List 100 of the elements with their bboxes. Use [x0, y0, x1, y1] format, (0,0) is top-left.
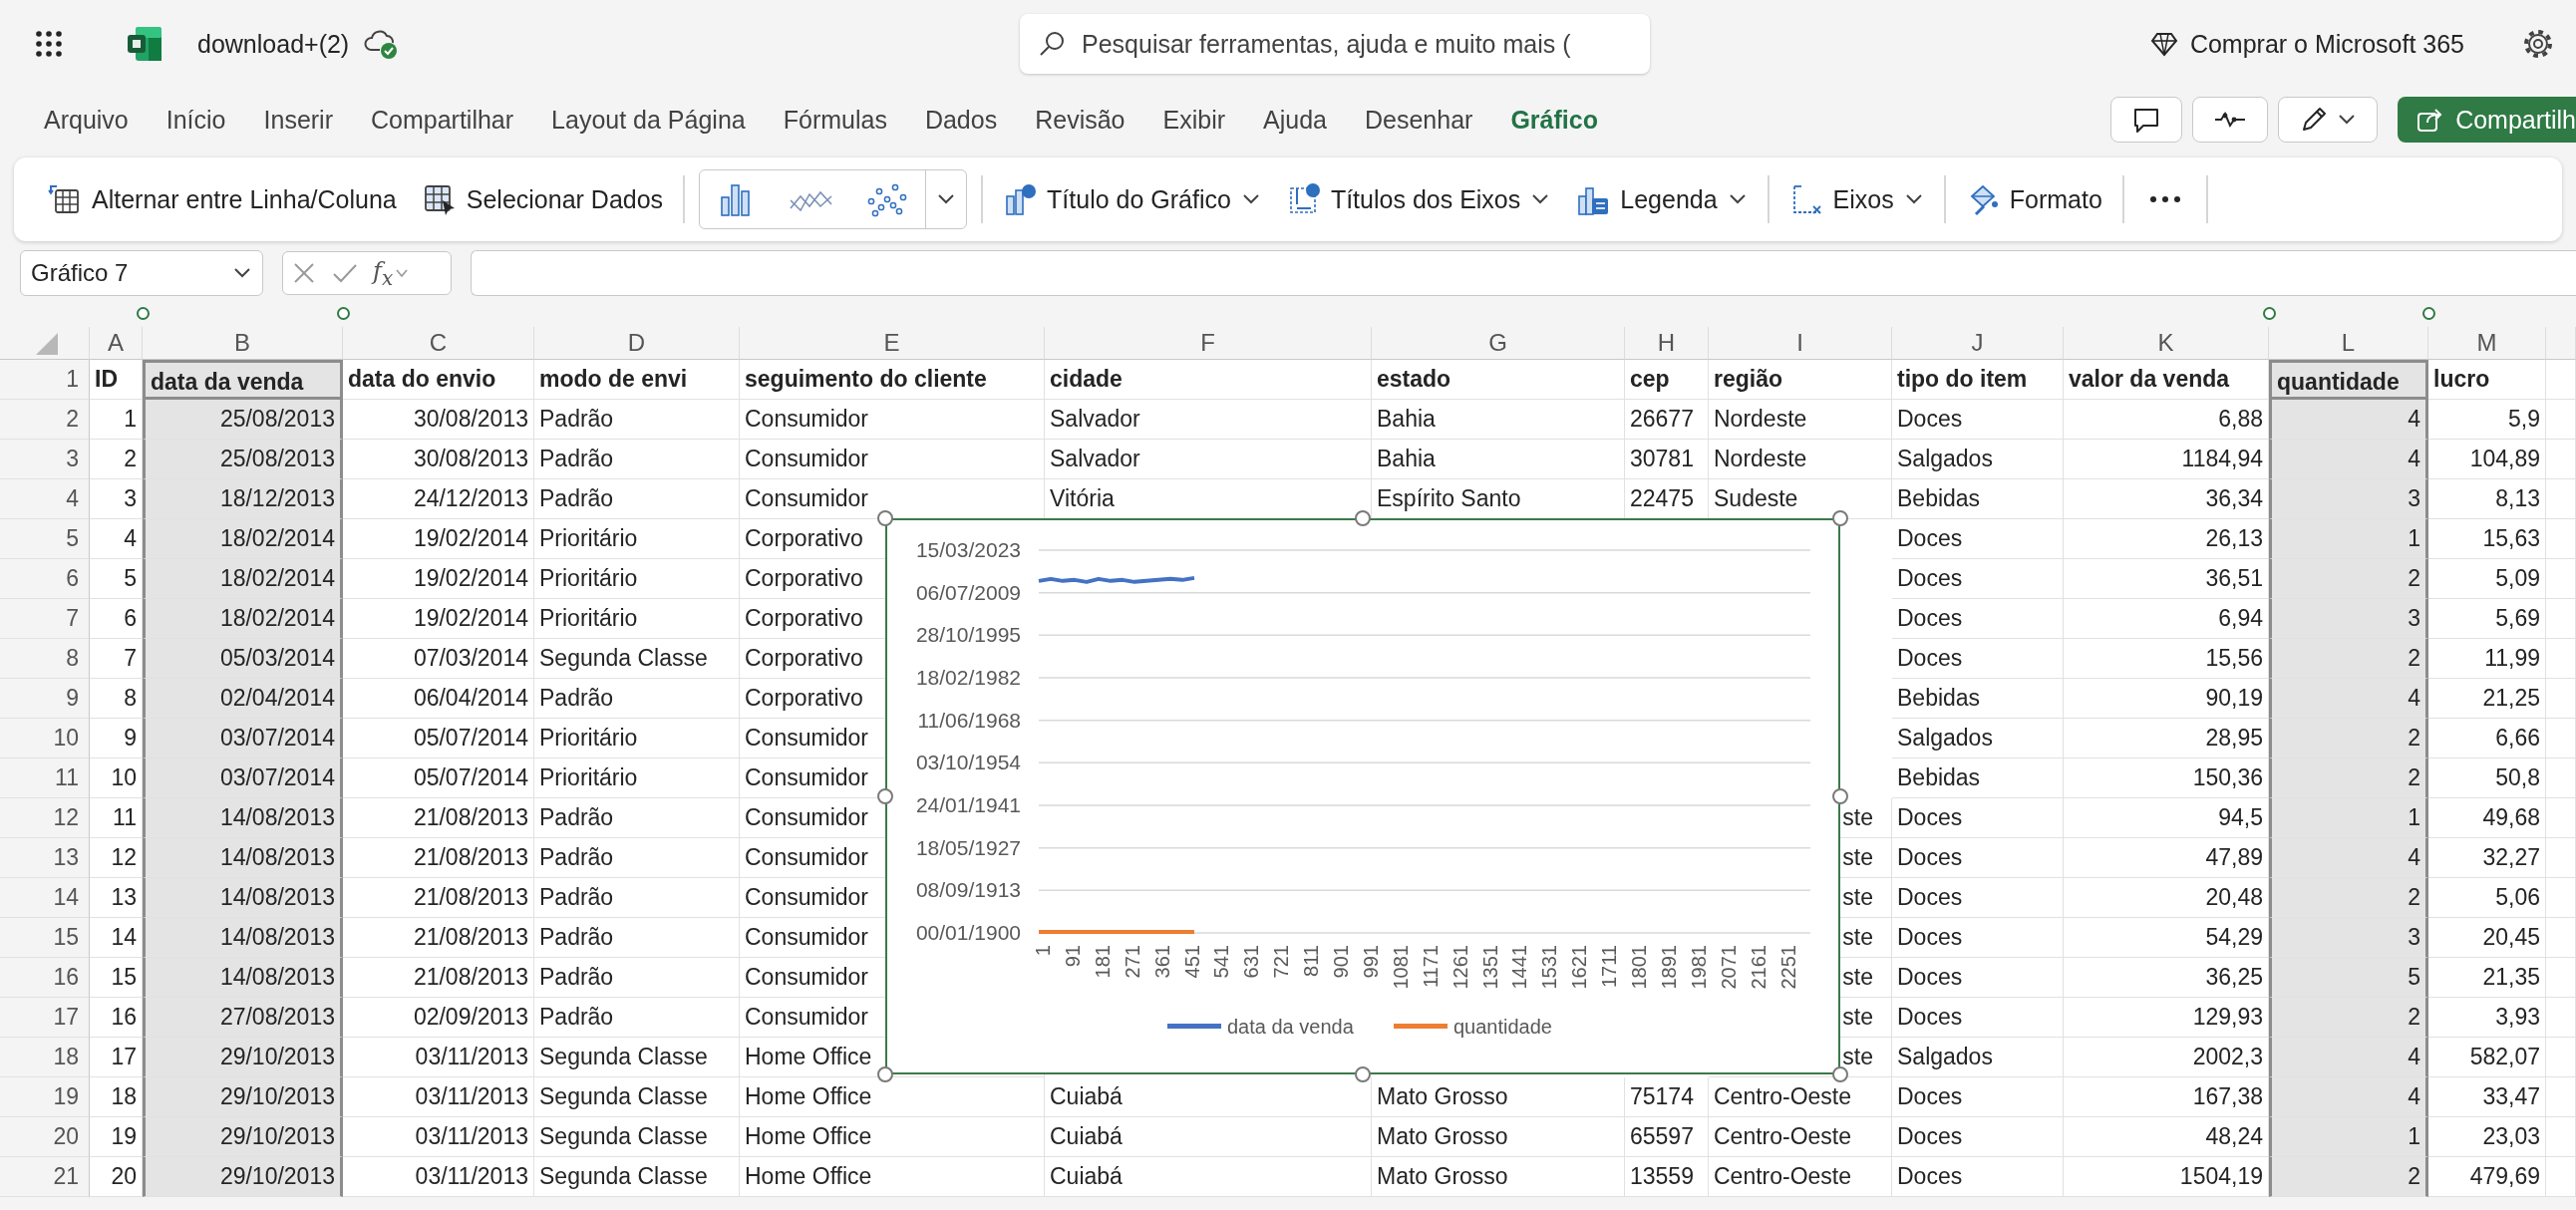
column-header[interactable]: H	[1625, 327, 1709, 360]
share-button[interactable]: Compartilh	[2398, 97, 2576, 143]
empty-cell[interactable]	[2546, 878, 2576, 918]
empty-cell[interactable]	[2546, 639, 2576, 679]
column-header[interactable]: K	[2064, 327, 2269, 360]
empty-cell[interactable]	[2546, 440, 2576, 479]
resize-handle[interactable]	[1355, 1066, 1371, 1082]
empty-cell[interactable]	[2546, 1038, 2576, 1077]
empty-cell[interactable]	[2546, 679, 2576, 719]
menu-tab[interactable]: Gráfico	[1510, 97, 1598, 143]
range-handle[interactable]	[2263, 307, 2276, 320]
row-header[interactable]: 1	[0, 360, 90, 400]
column-header[interactable]: F	[1045, 327, 1372, 360]
activity-button[interactable]	[2192, 97, 2269, 143]
line-chart[interactable]	[885, 518, 1840, 1074]
resize-handle[interactable]	[1832, 1066, 1848, 1082]
menu-tab[interactable]: Fórmulas	[783, 97, 887, 143]
menu-tab[interactable]: Dados	[924, 97, 998, 143]
resize-handle[interactable]	[1832, 788, 1848, 804]
column-header[interactable]: G	[1372, 327, 1625, 360]
range-handle[interactable]	[137, 307, 150, 320]
menu-tab[interactable]: Layout da Página	[551, 97, 746, 143]
ribbon-button[interactable]: Formato	[1959, 174, 2108, 224]
empty-cell[interactable]	[2546, 1117, 2576, 1157]
empty-cell[interactable]	[2546, 360, 2576, 400]
column-header[interactable]: E	[740, 327, 1045, 360]
comments-button[interactable]	[2110, 97, 2183, 143]
row-header[interactable]: 20	[0, 1117, 90, 1157]
empty-cell[interactable]	[2546, 798, 2576, 838]
row-header[interactable]: 5	[0, 519, 90, 559]
column-header[interactable]: M	[2428, 327, 2546, 360]
menu-tab[interactable]: Revisão	[1035, 97, 1126, 143]
axis-label: 901	[1330, 945, 1352, 979]
menu-tab[interactable]: Arquivo	[44, 97, 129, 143]
row-header[interactable]: 2	[0, 400, 90, 440]
empty-cell[interactable]	[2546, 918, 2576, 958]
column-header[interactable]: I	[1709, 327, 1892, 360]
app-launcher-icon[interactable]	[34, 29, 64, 59]
row-header[interactable]: 11	[0, 758, 90, 798]
ribbon-button[interactable]: Títulos dos Eixos	[1280, 174, 1557, 224]
menu-tab[interactable]: Compartilhar	[371, 97, 514, 143]
column-header[interactable]: A	[90, 327, 143, 360]
row-header[interactable]: 14	[0, 878, 90, 918]
settings-icon[interactable]	[2522, 28, 2554, 60]
ribbon-button[interactable]: Legenda	[1570, 174, 1754, 224]
insert-function-button[interactable]: f$_{x}$	[373, 256, 410, 290]
chart-type-gallery[interactable]	[699, 169, 968, 229]
row-header[interactable]: 15	[0, 918, 90, 958]
row-header[interactable]: 17	[0, 998, 90, 1038]
range-handle[interactable]	[2422, 307, 2435, 320]
empty-cell[interactable]	[2546, 559, 2576, 599]
resize-handle[interactable]	[877, 1066, 893, 1082]
menu-tab[interactable]: Ajuda	[1263, 97, 1327, 143]
ribbon-button[interactable]: Título do Gráfico	[997, 174, 1267, 224]
resize-handle[interactable]	[1832, 510, 1848, 526]
column-header[interactable]: D	[534, 327, 740, 360]
empty-cell[interactable]	[2546, 758, 2576, 798]
row-header[interactable]: 12	[0, 798, 90, 838]
resize-handle[interactable]	[877, 788, 893, 804]
range-handle[interactable]	[337, 307, 350, 320]
empty-cell[interactable]	[2546, 479, 2576, 519]
menu-tab[interactable]: Inserir	[263, 97, 333, 143]
formula-input[interactable]	[471, 250, 2576, 296]
ribbon-button[interactable]: Eixos	[1782, 174, 1930, 224]
row-header[interactable]: 10	[0, 719, 90, 758]
empty-cell[interactable]	[2546, 599, 2576, 639]
empty-cell[interactable]	[2546, 958, 2576, 998]
empty-cell[interactable]	[2546, 519, 2576, 559]
empty-cell[interactable]	[2546, 719, 2576, 758]
row-header[interactable]: 13	[0, 838, 90, 878]
row-header[interactable]: 4	[0, 479, 90, 519]
row-header[interactable]: 19	[0, 1077, 90, 1117]
file-name[interactable]: download+(2)	[197, 29, 350, 59]
empty-cell[interactable]	[2546, 1157, 2576, 1197]
column-header[interactable]: J	[1892, 327, 2064, 360]
name-box[interactable]: Gráfico 7	[20, 250, 263, 296]
empty-cell[interactable]	[2546, 1077, 2576, 1117]
row-header[interactable]: 8	[0, 639, 90, 679]
editing-mode-button[interactable]	[2278, 97, 2379, 143]
column-header[interactable]: C	[343, 327, 534, 360]
column-header[interactable]	[2546, 327, 2576, 360]
row-header[interactable]: 9	[0, 679, 90, 719]
row-header[interactable]: 16	[0, 958, 90, 998]
empty-cell[interactable]	[2546, 998, 2576, 1038]
resize-handle[interactable]	[1355, 510, 1371, 526]
resize-handle[interactable]	[877, 510, 893, 526]
row-header[interactable]: 18	[0, 1038, 90, 1077]
ribbon-button[interactable]: Alternar entre Linha/Coluna	[42, 174, 403, 224]
row-header[interactable]: 3	[0, 440, 90, 479]
menu-tab[interactable]: Desenhar	[1364, 97, 1473, 143]
buy-button[interactable]: Comprar o Microsoft 365	[2141, 23, 2472, 65]
row-header[interactable]: 6	[0, 559, 90, 599]
menu-tab[interactable]: Início	[165, 97, 226, 143]
menu-tab[interactable]: Exibir	[1162, 97, 1225, 143]
empty-cell[interactable]	[2546, 400, 2576, 440]
row-header[interactable]: 21	[0, 1157, 90, 1197]
row-header[interactable]: 7	[0, 599, 90, 639]
ribbon-button[interactable]: Selecionar Dados	[416, 174, 670, 224]
search-field[interactable]: Pesquisar ferramentas, ajuda e muito mais (	[1020, 14, 1650, 74]
empty-cell[interactable]	[2546, 838, 2576, 878]
